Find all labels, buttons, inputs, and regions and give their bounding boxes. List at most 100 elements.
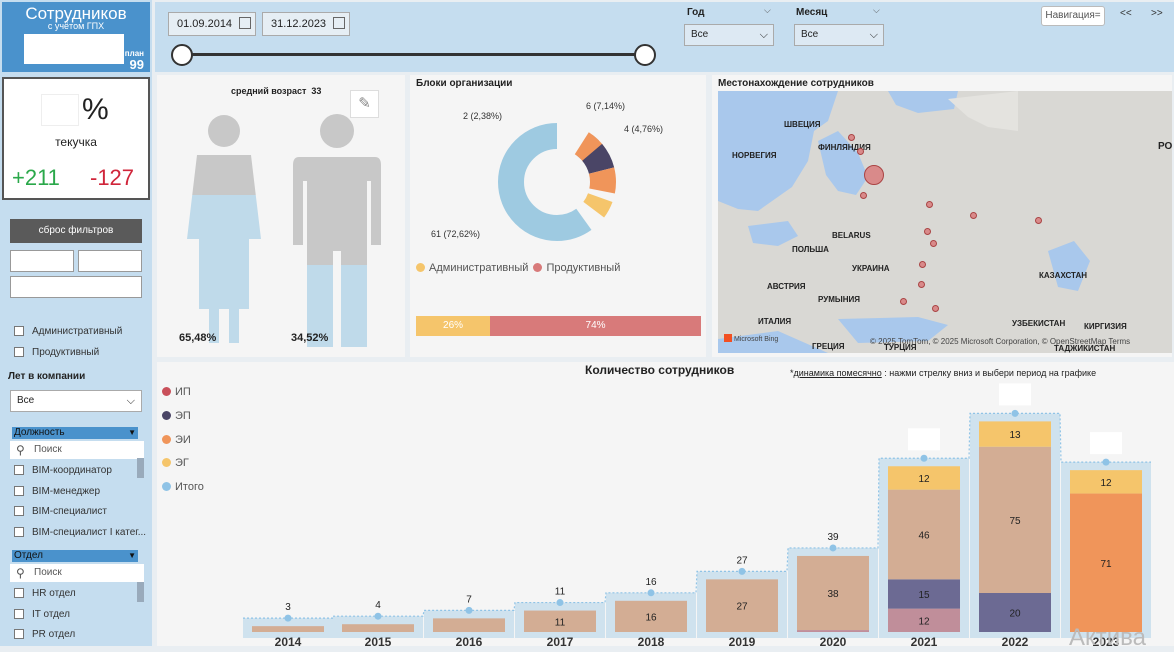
date-to-value: 31.12.2023 [271, 18, 327, 30]
bar-segment[interactable] [252, 626, 324, 632]
dept-checkbox[interactable] [14, 629, 24, 639]
x-tick-label[interactable]: 2020 [820, 635, 847, 646]
year-dropdown[interactable]: Все ⌵ [684, 24, 774, 46]
plan-value: 99 [129, 57, 144, 72]
city-marker[interactable] [926, 201, 933, 208]
bing-text: Microsoft Bing [733, 336, 779, 343]
search-icon: ⚲ [16, 566, 25, 580]
total-label: 16 [645, 577, 657, 588]
city-marker[interactable] [848, 134, 855, 141]
total-point[interactable] [647, 589, 655, 597]
position-checkbox[interactable] [14, 486, 24, 496]
month-dropdown[interactable]: Все ⌵ [794, 24, 884, 46]
total-point[interactable] [556, 599, 564, 607]
total-point[interactable] [738, 567, 746, 575]
dept-checkbox[interactable] [14, 609, 24, 619]
ratio-bar-segment[interactable]: 74% [490, 316, 701, 336]
city-marker[interactable] [900, 298, 907, 305]
bar-segment[interactable] [433, 618, 505, 632]
block-label-admin: Административный [32, 326, 123, 337]
chevron-down-icon[interactable]: ⌵ [764, 5, 771, 16]
age-value: 33 [311, 86, 322, 96]
bar-segment-label: 46 [918, 531, 930, 542]
date-to-input[interactable]: 31.12.2023 [262, 12, 350, 36]
total-point[interactable] [829, 544, 837, 552]
city-marker-large[interactable] [864, 165, 884, 185]
headcount-card: Сотрудников с учётом ГПХ план 99 [2, 2, 150, 72]
city-marker[interactable] [970, 212, 977, 219]
x-tick-label[interactable]: 2014 [275, 635, 302, 646]
x-tick-label[interactable]: 2021 [911, 635, 938, 646]
bar-segment[interactable] [342, 624, 414, 632]
block-checkbox-prod[interactable] [14, 347, 24, 357]
next-page-button[interactable]: >> [1151, 8, 1163, 19]
city-marker[interactable] [919, 261, 926, 268]
map-attribution[interactable]: © 2025 TomTom, © 2025 Microsoft Corporat… [870, 337, 1130, 346]
map-label: РО [1158, 141, 1173, 152]
x-tick-label[interactable]: 2017 [547, 635, 574, 646]
city-marker[interactable] [930, 240, 937, 247]
date-slider-track[interactable] [182, 53, 644, 56]
date-from-input[interactable]: 01.09.2014 [168, 12, 256, 36]
bar-segment-label: 71 [1100, 559, 1112, 570]
map-canvas[interactable] [718, 91, 1172, 353]
city-marker[interactable] [918, 281, 925, 288]
years-dropdown[interactable]: Все ⌵ [10, 390, 142, 412]
windows-activation-watermark: Актива [1069, 624, 1147, 651]
city-marker[interactable] [924, 228, 931, 235]
map-panel: Местонахождение сотрудников ШВЕЦИЯ ФИНЛЯ… [712, 75, 1172, 357]
dept-scrollbar[interactable] [137, 582, 144, 602]
date-slider-start-handle[interactable] [171, 44, 193, 66]
city-marker[interactable] [857, 148, 864, 155]
position-checkbox[interactable] [14, 506, 24, 516]
city-marker[interactable] [932, 305, 939, 312]
date-slider-end-handle[interactable] [634, 44, 656, 66]
bar-segment[interactable] [797, 630, 869, 632]
donut-slice-label: 61 (72,62%) [431, 229, 480, 239]
filter-input-bottom[interactable] [10, 276, 142, 298]
x-tick-label[interactable]: 2015 [365, 635, 392, 646]
legend-item-admin[interactable]: Административный [416, 262, 528, 274]
position-search-input[interactable]: ⚲ Поиск [10, 441, 144, 459]
ratio-bar-segment[interactable]: 26% [416, 316, 491, 336]
prev-page-button[interactable]: << [1120, 8, 1132, 19]
blocks-panel: Блоки организации 61 (72,62%) 2 (2,38%) 6 … [410, 75, 706, 357]
x-tick-label[interactable]: 2018 [638, 635, 665, 646]
block-checkbox-admin[interactable] [14, 326, 24, 336]
x-tick-label[interactable]: 2019 [729, 635, 756, 646]
map-label: УКРАИНА [852, 264, 890, 273]
dept-item: HR отдел [32, 588, 76, 599]
filter-input-right[interactable] [78, 250, 142, 272]
total-point[interactable] [1102, 458, 1110, 466]
blocks-donut-chart[interactable]: 61 (72,62%) 2 (2,38%) 6 (7,14%) 4 (4,76%) [410, 75, 706, 255]
total-point[interactable] [1011, 409, 1019, 417]
turnover-percent-sign: % [82, 93, 109, 126]
position-checkbox[interactable] [14, 465, 24, 475]
navigation-button[interactable]: Навигация= [1041, 6, 1105, 26]
city-marker[interactable] [860, 192, 867, 199]
calendar-icon[interactable] [239, 17, 251, 29]
position-scrollbar[interactable] [137, 458, 144, 478]
blocks-ratio-bar[interactable]: 26% 74% [416, 316, 701, 336]
age-panel: средний возраст 33 ✎ 65,48% 34,52% [157, 75, 405, 357]
calendar-icon[interactable] [333, 17, 345, 29]
years-value: Все [17, 395, 35, 406]
dept-search-input[interactable]: ⚲ Поиск [10, 564, 144, 582]
total-point[interactable] [920, 454, 928, 462]
x-tick-label[interactable]: 2022 [1002, 635, 1029, 646]
dept-checkbox[interactable] [14, 588, 24, 598]
filter-input-left[interactable] [10, 250, 74, 272]
position-checkbox[interactable] [14, 527, 24, 537]
map-label: НОРВЕГИЯ [732, 151, 777, 160]
total-point[interactable] [374, 612, 382, 620]
count-bar-chart[interactable]: 3201442015720161111201716162018272720193… [157, 362, 1174, 646]
chevron-down-icon[interactable]: ⌵ [873, 5, 880, 16]
x-tick-label[interactable]: 2016 [456, 635, 483, 646]
legend-item-prod[interactable]: Продуктивный [531, 262, 620, 274]
total-point[interactable] [284, 614, 292, 622]
total-point[interactable] [465, 606, 473, 614]
city-marker[interactable] [1035, 217, 1042, 224]
reset-filters-button[interactable]: сброс фильтров [10, 219, 142, 243]
bar-segment-label: 13 [1009, 430, 1021, 441]
month-filter-label: Месяц [796, 7, 828, 18]
